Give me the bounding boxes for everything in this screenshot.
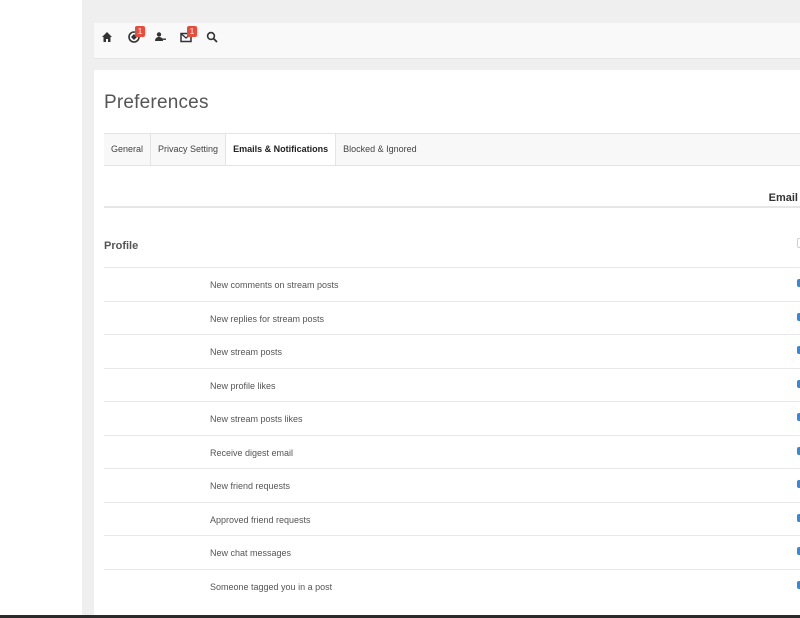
tab-blocked-ignored[interactable]: Blocked & Ignored <box>336 134 424 165</box>
table-row: Receive digest email <box>104 434 800 469</box>
home-icon[interactable] <box>101 31 117 49</box>
table-row: New stream posts likes <box>104 401 800 435</box>
row-label: Receive digest email <box>210 447 294 458</box>
top-toolbar: 1 1 <box>94 23 800 59</box>
table-row: New stream posts <box>104 334 800 368</box>
table-row: Someone tagged you in a post <box>104 568 800 603</box>
table-row: New profile likes <box>104 367 800 402</box>
header-divider <box>104 206 800 208</box>
tab-emails-notifications[interactable]: Emails & Notifications <box>226 134 337 165</box>
row-label: New friend requests <box>210 481 291 491</box>
row-label: Someone tagged you in a post <box>210 581 333 592</box>
messages-icon[interactable]: 1 <box>180 26 197 49</box>
tab-general[interactable]: General <box>104 134 152 165</box>
row-label: New comments on stream posts <box>210 280 339 290</box>
row-label: New chat messages <box>210 548 292 558</box>
row-label: New stream posts <box>210 347 283 357</box>
notifications-badge: 1 <box>135 26 145 37</box>
friends-icon[interactable] <box>154 31 170 49</box>
table-row: New friend requests <box>104 468 800 502</box>
table-row: New replies for stream posts <box>104 300 800 335</box>
row-label: New replies for stream posts <box>210 313 325 324</box>
preferences-panel: Preferences General Privacy Setting Emai… <box>94 70 800 618</box>
email-column-header: Email <box>768 192 798 204</box>
section-title-profile: Profile <box>104 240 139 252</box>
tab-privacy-setting[interactable]: Privacy Setting <box>151 134 227 165</box>
page-title: Preferences <box>104 92 209 113</box>
table-row: New chat messages <box>104 535 800 569</box>
notifications-icon[interactable]: 1 <box>128 26 145 49</box>
table-row: Approved friend requests <box>104 501 800 536</box>
table-row: New comments on stream posts <box>104 267 800 301</box>
row-label: New profile likes <box>210 380 276 391</box>
messages-badge: 1 <box>187 26 197 37</box>
notification-rows: New comments on stream posts New replies… <box>104 267 800 602</box>
row-label: Approved friend requests <box>210 514 311 525</box>
search-icon[interactable] <box>206 31 222 49</box>
row-label: New stream posts likes <box>210 414 303 424</box>
preferences-tabs: General Privacy Setting Emails & Notific… <box>104 133 800 166</box>
